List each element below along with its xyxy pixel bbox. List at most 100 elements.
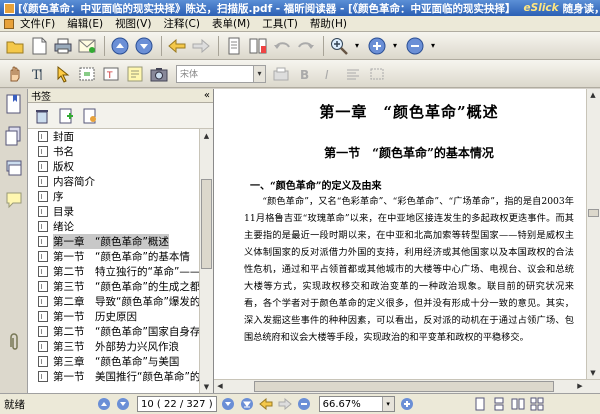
next-page-icon[interactable]: [220, 396, 236, 412]
back-arrow-icon[interactable]: [258, 396, 274, 412]
bookmark-item[interactable]: 第三节 “颜色革命”的生成之都: [38, 279, 200, 294]
bookmark-item[interactable]: 序: [38, 189, 200, 204]
back-arrow-icon[interactable]: [166, 35, 188, 57]
open-folder-icon[interactable]: [4, 35, 26, 57]
font-select[interactable]: 宋体 ▾: [176, 64, 266, 83]
scrollbar-thumb[interactable]: [254, 381, 554, 392]
bookmark-item[interactable]: 第二章 导致“颜色革命”爆发的: [38, 294, 200, 309]
continuous-facing-view-icon[interactable]: [529, 396, 545, 412]
bookmark-item[interactable]: 第一节 美国推行“颜色革命”的: [38, 369, 200, 384]
zoom-minus-icon[interactable]: [404, 35, 426, 57]
single-page-icon[interactable]: [223, 35, 245, 57]
chevron-down-icon[interactable]: ▾: [428, 41, 438, 51]
zoom-field[interactable]: 66.67% ▾: [318, 396, 395, 412]
bookmark-page-icon: [38, 206, 48, 217]
chevron-down-icon[interactable]: ▾: [390, 41, 400, 51]
bookmark-item[interactable]: 绪论: [38, 219, 200, 234]
document-menu-icon[interactable]: [4, 18, 14, 29]
brand-slogan[interactable]: 随身读，读遍天下书！: [563, 1, 600, 16]
menu-tools[interactable]: 工具(T): [262, 16, 298, 31]
bookmark-panel-icon[interactable]: [3, 93, 25, 115]
scroll-up-icon[interactable]: ▲: [201, 130, 212, 141]
scroll-down-icon[interactable]: ▼: [587, 367, 599, 379]
prev-page-icon[interactable]: [115, 396, 131, 412]
zoom-out-icon[interactable]: [296, 396, 312, 412]
hand-tool-icon[interactable]: [4, 63, 26, 85]
snapshot-icon[interactable]: [76, 63, 98, 85]
undo-icon[interactable]: [271, 35, 293, 57]
pages-panel-icon[interactable]: [3, 125, 25, 147]
bookmark-item[interactable]: 封面: [38, 129, 200, 144]
menu-edit[interactable]: 编辑(E): [67, 16, 103, 31]
bookmark-item[interactable]: 书名: [38, 144, 200, 159]
document-view[interactable]: 第一章 “颜色革命”概述 第一节 “颜色革命”的基本情况 一、“颜色革命”的定义…: [214, 89, 600, 393]
scroll-right-icon[interactable]: ▶: [574, 380, 586, 392]
next-page-icon[interactable]: [133, 35, 155, 57]
bookmark-item[interactable]: 第二节 特立独行的“革命”——: [38, 264, 200, 279]
attachments-panel-icon[interactable]: [3, 331, 25, 353]
menu-form[interactable]: 表单(M): [212, 16, 250, 31]
delete-bookmark-icon[interactable]: [32, 106, 52, 126]
chevron-down-icon[interactable]: ▾: [253, 65, 265, 82]
bookmark-item[interactable]: 第一章 “颜色革命”概述: [38, 234, 200, 249]
bookmark-item[interactable]: 第一节 “颜色革命”的基本情: [38, 249, 200, 264]
italic-text-icon[interactable]: I: [318, 63, 340, 85]
camera-icon[interactable]: [148, 63, 170, 85]
chevron-down-icon[interactable]: ▾: [352, 41, 362, 51]
bold-text-icon[interactable]: B: [294, 63, 316, 85]
single-page-view-icon[interactable]: [472, 396, 488, 412]
email-icon[interactable]: [76, 35, 98, 57]
pointer-icon[interactable]: [52, 63, 74, 85]
add-bookmark-icon[interactable]: [56, 106, 76, 126]
prev-page-icon[interactable]: [109, 35, 131, 57]
bookmark-item[interactable]: 目录: [38, 204, 200, 219]
note-icon[interactable]: [124, 63, 146, 85]
layers-panel-icon[interactable]: [3, 157, 25, 179]
menu-bar: 文件(F) 编辑(E) 视图(V) 注释(C) 表单(M) 工具(T) 帮助(H…: [0, 16, 600, 32]
select-area-icon[interactable]: [366, 63, 388, 85]
document-horizontal-scrollbar[interactable]: ◀ ▶: [214, 379, 600, 393]
two-page-icon[interactable]: [247, 35, 269, 57]
scroll-down-icon[interactable]: ▼: [201, 381, 212, 392]
text-box-icon[interactable]: T: [100, 63, 122, 85]
typewriter-icon[interactable]: [270, 63, 292, 85]
scrollbar-thumb[interactable]: [201, 179, 212, 269]
forward-arrow-icon[interactable]: [277, 396, 293, 412]
continuous-view-icon[interactable]: [491, 396, 507, 412]
chevron-down-icon[interactable]: ▾: [381, 397, 394, 411]
bookmark-scrollbar[interactable]: ▲ ▼: [199, 129, 213, 393]
menu-view[interactable]: 视图(V): [115, 16, 151, 31]
first-page-icon[interactable]: [96, 396, 112, 412]
bookmark-item[interactable]: 第三节 外部势力兴风作浪: [38, 339, 200, 354]
scrollbar-thumb[interactable]: [588, 209, 599, 217]
zoom-in-icon[interactable]: [399, 396, 415, 412]
new-document-icon[interactable]: [28, 35, 50, 57]
brand-logo[interactable]: eSlick: [524, 2, 559, 14]
title-bar: [《颜色革命：中亚面临的现实抉择》陈达，扫描版.pdf - 福昕阅读器 - [《…: [0, 0, 600, 16]
menu-file[interactable]: 文件(F): [20, 16, 55, 31]
zoom-in-icon[interactable]: [328, 35, 350, 57]
align-text-icon[interactable]: [342, 63, 364, 85]
bookmark-item[interactable]: 内容简介: [38, 174, 200, 189]
bookmark-item[interactable]: 第二节 “颜色革命”国家自身存: [38, 324, 200, 339]
facing-view-icon[interactable]: [510, 396, 526, 412]
print-icon[interactable]: [52, 35, 74, 57]
collapse-panel-icon[interactable]: «: [204, 90, 210, 101]
scroll-left-icon[interactable]: ◀: [214, 380, 226, 392]
bookmark-item[interactable]: 第一节 历史原因: [38, 309, 200, 324]
menu-help[interactable]: 帮助(H): [310, 16, 347, 31]
comments-panel-icon[interactable]: [3, 189, 25, 211]
page-number-field[interactable]: 10 ( 22 / 327 ): [137, 396, 217, 412]
document-vertical-scrollbar[interactable]: ▲ ▼: [586, 89, 600, 379]
bookmark-item[interactable]: 版权: [38, 159, 200, 174]
forward-arrow-icon[interactable]: [190, 35, 212, 57]
text-select-icon[interactable]: T: [28, 63, 50, 85]
bookmark-properties-icon[interactable]: [80, 106, 100, 126]
last-page-icon[interactable]: [239, 396, 255, 412]
redo-icon[interactable]: [295, 35, 317, 57]
zoom-plus-icon[interactable]: [366, 35, 388, 57]
scroll-up-icon[interactable]: ▲: [587, 89, 599, 101]
bookmark-list: 封面 书名 版权 内容简介序目录 绪论 第一章 “颜色革命”概述 第一节 “颜色革命”的基本…: [28, 129, 200, 393]
menu-comment[interactable]: 注释(C): [163, 16, 200, 31]
bookmark-item[interactable]: 第三章 “颜色革命”与美国: [38, 354, 200, 369]
